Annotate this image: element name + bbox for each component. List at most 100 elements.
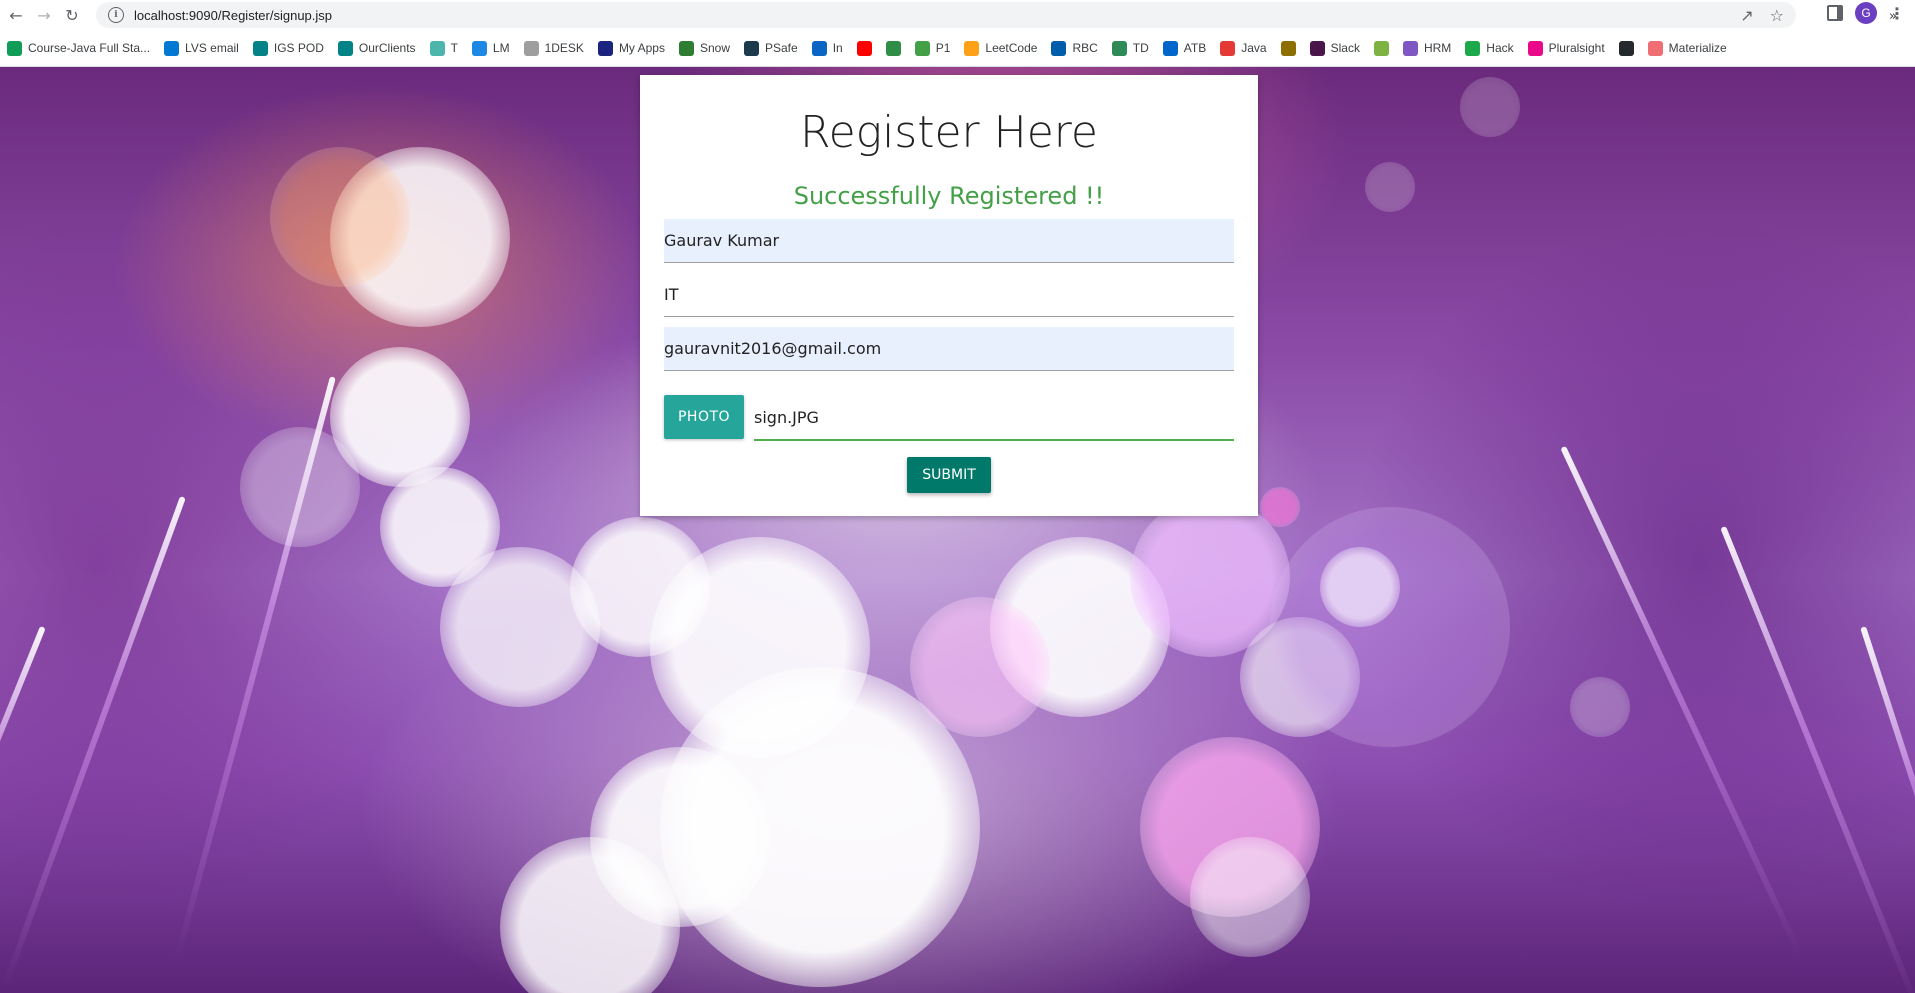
sheets-icon xyxy=(7,40,22,56)
okta-icon xyxy=(597,40,613,56)
bookmark-star-icon[interactable]: ☆ xyxy=(1770,6,1784,25)
bookmark-label: Materialize xyxy=(1668,41,1727,55)
bookmark-item[interactable]: LVS email xyxy=(157,40,246,56)
bookmark-item[interactable]: Slack xyxy=(1303,40,1367,56)
bookmark-item[interactable]: Pluralsight xyxy=(1521,40,1612,56)
bookmark-item[interactable]: IGS POD xyxy=(246,40,331,56)
address-bar[interactable]: i localhost:9090/Register/signup.jsp ↗ ☆ xyxy=(96,2,1796,28)
bookmark-label: Course-Java Full Sta... xyxy=(28,41,151,55)
site-info-icon[interactable]: i xyxy=(108,7,124,23)
bookmark-item[interactable]: Hack xyxy=(1458,40,1520,56)
bokeh-light xyxy=(1190,837,1310,957)
bookmark-item[interactable] xyxy=(1612,40,1641,56)
bookmark-label: LM xyxy=(492,41,510,55)
bookmark-item[interactable]: My Apps xyxy=(591,40,672,56)
slack-icon xyxy=(1309,40,1325,56)
bookmark-label: LVS email xyxy=(185,41,239,55)
bookmark-item[interactable]: LeetCode xyxy=(957,40,1044,56)
light-streak xyxy=(1860,626,1915,993)
bookmark-item[interactable] xyxy=(1367,40,1396,56)
bookmark-item[interactable]: Java xyxy=(1213,40,1273,56)
shield-icon xyxy=(1280,40,1296,56)
td-icon xyxy=(1111,40,1127,56)
light-streak xyxy=(174,376,336,958)
bookmark-label: HRM xyxy=(1423,41,1452,55)
bokeh-light xyxy=(1365,162,1415,212)
share-icon[interactable]: ↗ xyxy=(1740,6,1753,25)
lm-icon xyxy=(471,40,487,56)
bokeh-light xyxy=(1140,737,1320,917)
bookmark-item[interactable] xyxy=(879,40,908,56)
geeksforgeeks-icon xyxy=(885,40,901,56)
forward-arrow-icon[interactable]: → xyxy=(30,1,58,29)
name-input[interactable] xyxy=(664,219,1234,262)
bookmark-item[interactable]: T xyxy=(423,40,465,56)
side-panel-icon[interactable] xyxy=(1827,5,1843,21)
bokeh-light xyxy=(330,147,510,327)
bookmark-item[interactable]: In xyxy=(805,40,850,56)
bookmark-label: OurClients xyxy=(358,41,416,55)
bookmark-item[interactable]: TD xyxy=(1105,40,1156,56)
bokeh-light xyxy=(1570,677,1630,737)
psafe-icon xyxy=(744,40,759,56)
bookmark-item[interactable]: PSafe xyxy=(737,40,805,56)
photo-file-path-input[interactable] xyxy=(754,395,1234,439)
bookmark-label: PSafe xyxy=(765,41,798,55)
bokeh-light xyxy=(910,597,1050,737)
bookmark-item[interactable] xyxy=(1274,40,1303,56)
bookmark-label: RBC xyxy=(1072,41,1098,55)
reload-icon[interactable]: ↻ xyxy=(58,1,86,29)
bokeh-light xyxy=(440,547,600,707)
success-message: Successfully Registered !! xyxy=(793,182,1105,210)
bookmark-item[interactable]: Materialize xyxy=(1641,40,1734,56)
servicenow-icon xyxy=(678,40,694,56)
bookmark-item[interactable]: Snow xyxy=(672,40,737,56)
url-text[interactable]: localhost:9090/Register/signup.jsp xyxy=(134,8,332,23)
bokeh-light xyxy=(1240,617,1360,737)
email-input[interactable] xyxy=(664,327,1234,370)
bokeh-light xyxy=(1130,497,1290,657)
light-streak xyxy=(1720,525,1915,993)
bookmark-label: My Apps xyxy=(618,41,665,55)
bookmark-item[interactable]: OurClients xyxy=(331,40,423,56)
page-title: Register Here xyxy=(800,107,1098,158)
bookmark-item[interactable]: ATB xyxy=(1156,40,1213,56)
back-arrow-icon[interactable]: ← xyxy=(2,1,30,29)
bookmark-item[interactable]: HRM xyxy=(1396,40,1458,56)
bookmark-label: ATB xyxy=(1183,41,1207,55)
bookmark-item[interactable] xyxy=(850,40,879,56)
bookmarks-overflow-icon[interactable]: » xyxy=(1889,9,1897,24)
globe-icon xyxy=(1373,40,1389,56)
bookmark-item[interactable]: 1DESK xyxy=(517,40,591,56)
bokeh-light xyxy=(1460,77,1520,137)
light-streak xyxy=(2,495,186,987)
avatar[interactable]: G xyxy=(1855,2,1877,24)
bokeh-light xyxy=(1260,487,1300,527)
materialize-icon xyxy=(1647,40,1663,56)
sharepoint-icon xyxy=(337,40,353,56)
hrm-icon xyxy=(1402,40,1418,56)
name-field-wrapper xyxy=(664,219,1234,263)
email-field-wrapper xyxy=(664,327,1234,371)
bookmark-label: 1DESK xyxy=(544,41,584,55)
department-input[interactable] xyxy=(664,273,1234,316)
bokeh-light xyxy=(330,347,470,487)
page-background: Register Here Successfully Registered !!… xyxy=(0,67,1915,993)
bookmark-label: P1 xyxy=(935,41,951,55)
photo-upload-button[interactable]: PHOTO xyxy=(664,395,744,439)
bokeh-light xyxy=(1270,507,1510,747)
bookmark-item[interactable]: P1 xyxy=(908,40,958,56)
bookmark-label: T xyxy=(450,41,458,55)
bookmark-item[interactable]: RBC xyxy=(1044,40,1104,56)
bokeh-light xyxy=(660,667,980,987)
bookmark-item[interactable]: LM xyxy=(465,40,517,56)
bookmark-label: In xyxy=(832,41,843,55)
youtube-icon xyxy=(856,40,872,56)
pluralsight-icon xyxy=(1527,40,1543,56)
submit-button[interactable]: SUBMIT xyxy=(907,457,991,493)
globe-icon xyxy=(429,40,445,56)
bookmark-item[interactable]: Course-Java Full Sta... xyxy=(0,40,157,56)
rbc-icon xyxy=(1051,40,1067,56)
bokeh-light xyxy=(380,467,500,587)
p1-icon xyxy=(914,40,930,56)
